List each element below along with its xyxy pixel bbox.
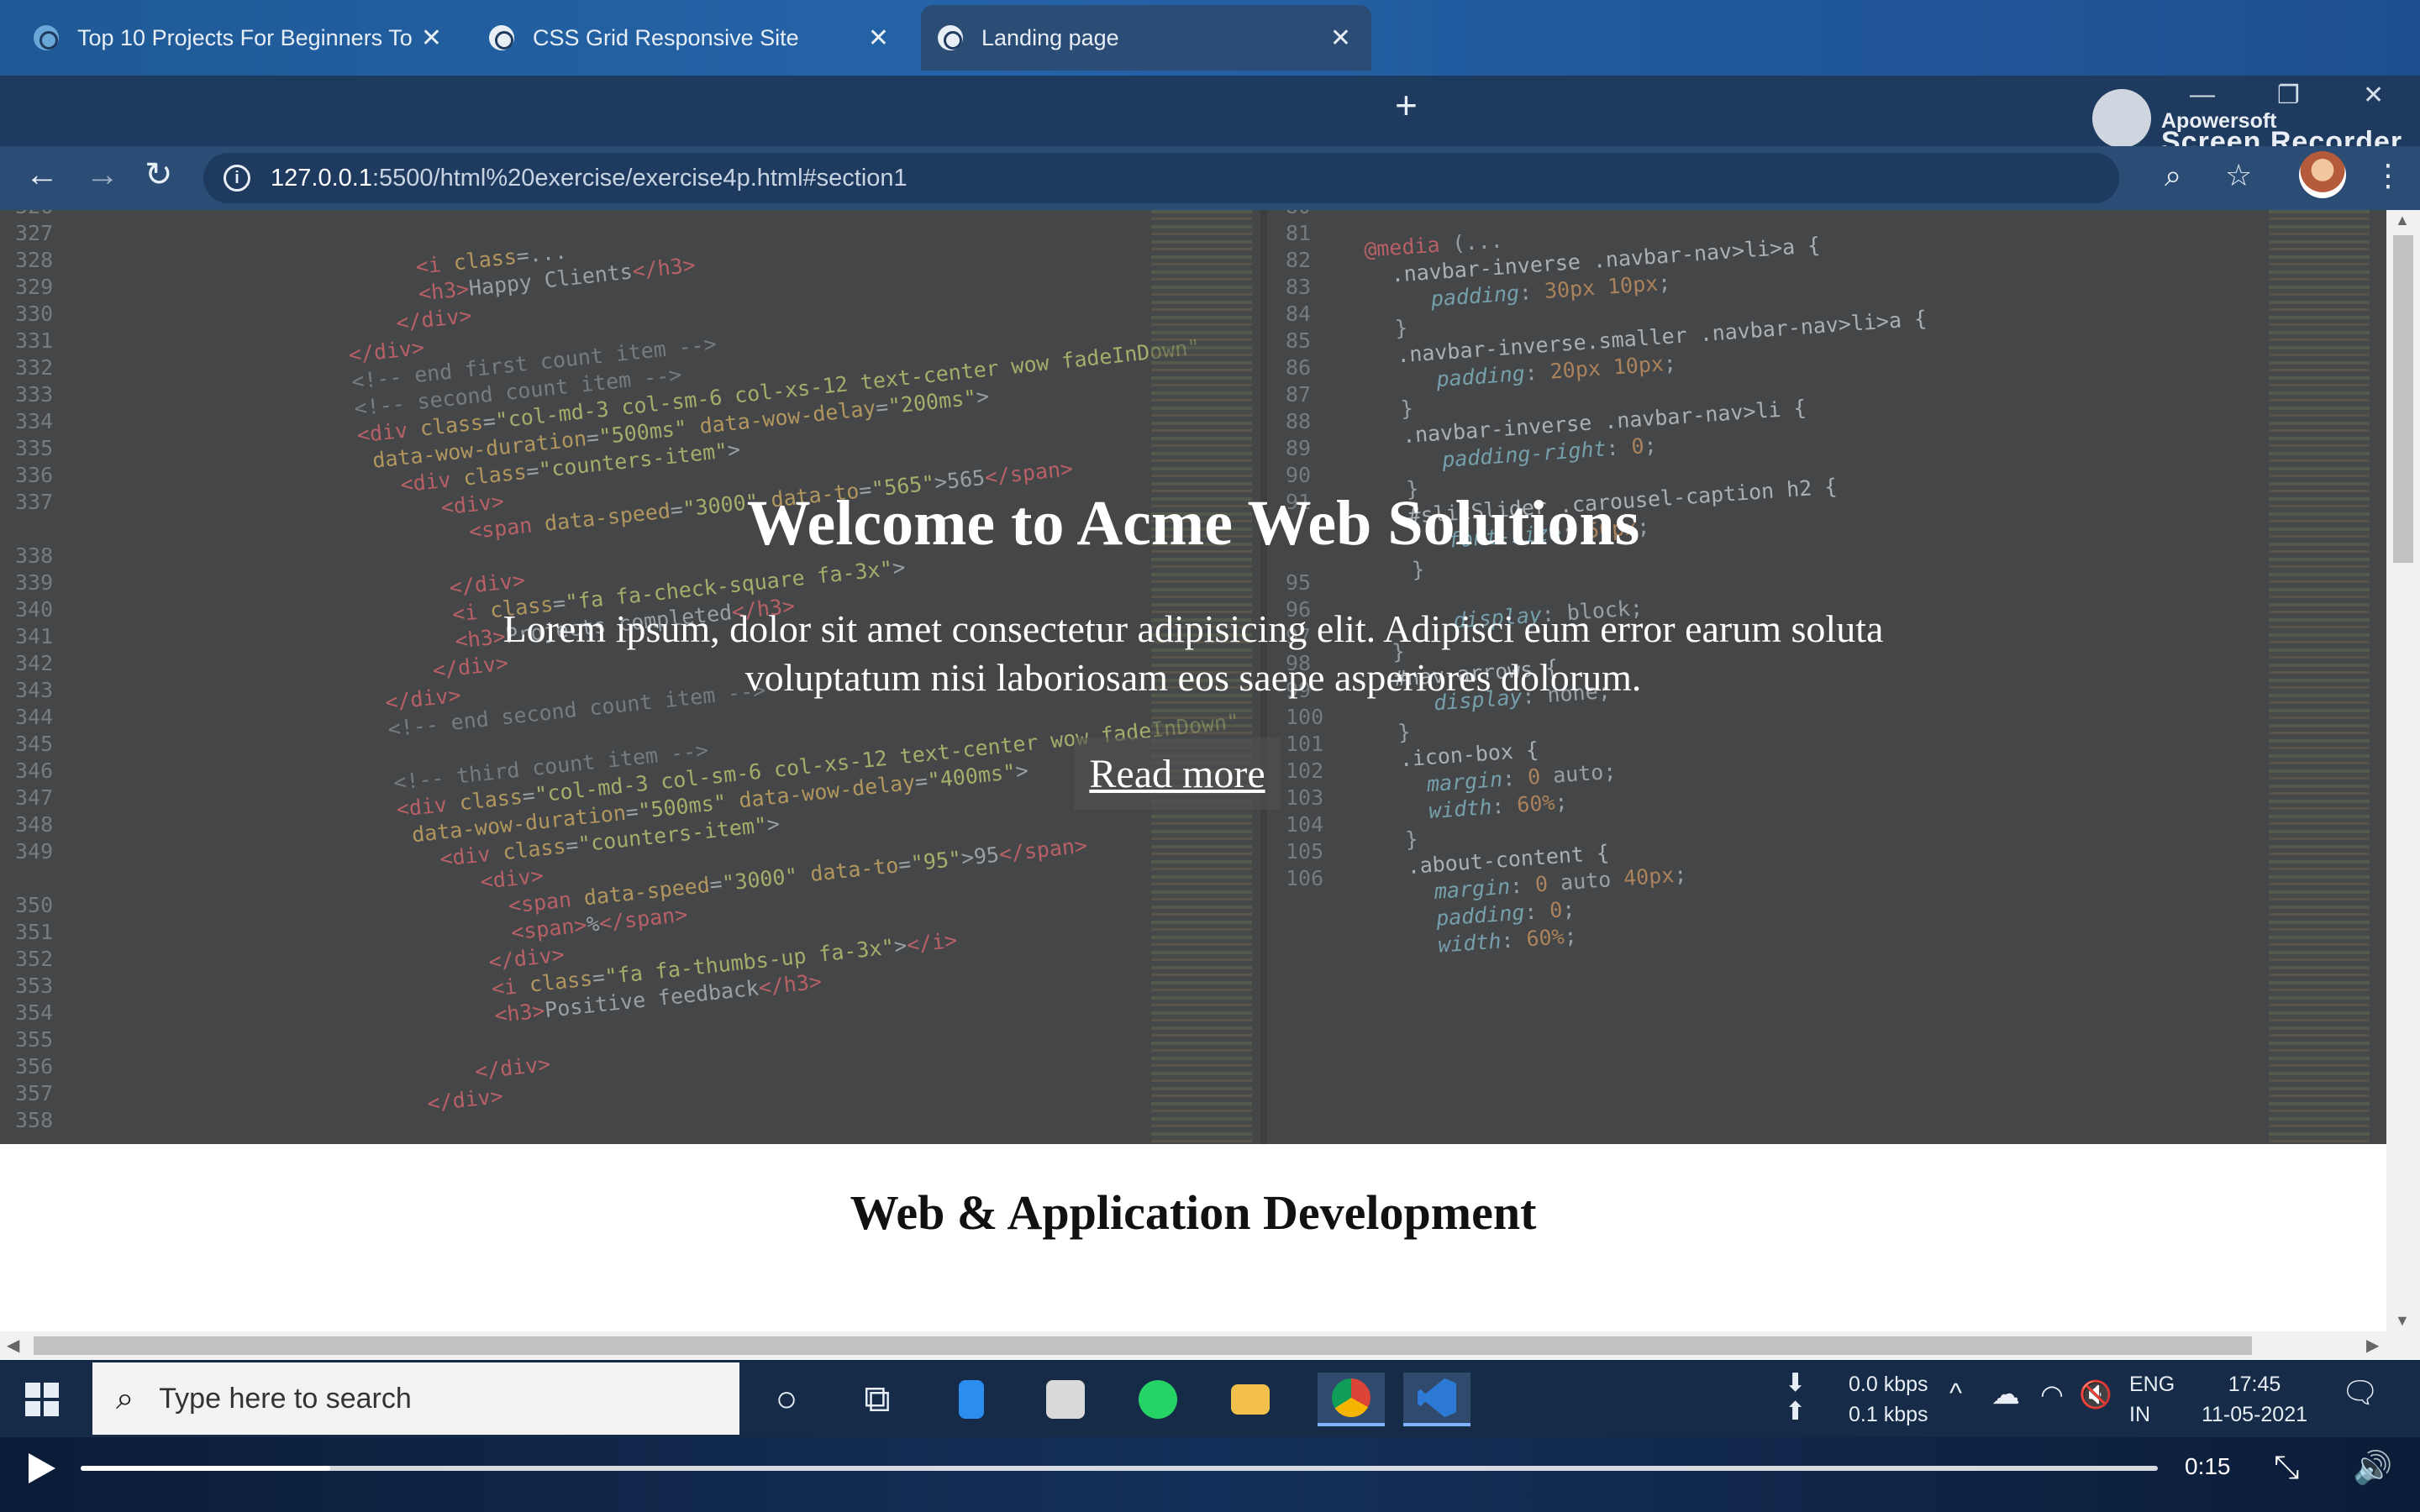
- download-speed: 0.0 kbps: [1849, 1373, 1928, 1396]
- vscode-icon[interactable]: [1403, 1373, 1470, 1426]
- menu-kebab-icon[interactable]: ⋮: [2373, 158, 2403, 193]
- phone-app-icon[interactable]: [944, 1373, 998, 1426]
- wifi-icon[interactable]: ◠: [2040, 1379, 2064, 1410]
- windows-start-icon[interactable]: [25, 1383, 59, 1416]
- horizontal-scroll-thumb[interactable]: [34, 1336, 2252, 1355]
- notification-center-icon[interactable]: 🗨: [2341, 1378, 2380, 1408]
- clock-date: 11-05-2021: [2201, 1403, 2308, 1426]
- network-speed: 0.0 kbps 0.1 kbps: [1849, 1369, 1928, 1430]
- task-view-icon[interactable]: ⧉: [850, 1373, 904, 1426]
- scroll-up-arrow-icon[interactable]: ▲: [2395, 212, 2410, 229]
- browser-tab-bar: [0, 76, 2420, 146]
- site-info-icon[interactable]: i: [224, 165, 250, 192]
- horizontal-scrollbar[interactable]: ◀ ▶: [0, 1331, 2420, 1360]
- chrome-icon[interactable]: [1318, 1373, 1385, 1426]
- network-activity-icon: ⬇ ⬆: [1785, 1369, 1807, 1425]
- url-host: 127.0.0.1: [271, 164, 372, 192]
- hero-text: Lorem ipsum, dolor sit amet consectetur …: [502, 607, 1884, 699]
- back-icon[interactable]: ←: [25, 156, 59, 193]
- url-path: :5500/html%20exercise/exercise4p.html#se…: [371, 164, 908, 192]
- address-bar[interactable]: i 127.0.0.1:5500/html%20exercise/exercis…: [203, 153, 2119, 203]
- hero-section: 326327328329330331332333334335336337 338…: [0, 210, 2386, 1144]
- window-close-icon[interactable]: ✕: [2363, 81, 2384, 110]
- scroll-left-arrow-icon[interactable]: ◀: [7, 1335, 19, 1356]
- profile-avatar[interactable]: [2299, 151, 2346, 198]
- hero-title: Welcome to Acme Web Solutions: [746, 488, 1640, 559]
- tab-title: Top 10 Projects For Beginners To: [77, 24, 413, 50]
- close-icon[interactable]: ✕: [421, 24, 442, 53]
- video-timecode: 0:15: [2185, 1453, 2231, 1479]
- scroll-right-arrow-icon[interactable]: ▶: [2366, 1335, 2379, 1356]
- bookmark-star-icon[interactable]: ☆: [2225, 158, 2252, 193]
- restore-icon[interactable]: ❐: [2277, 81, 2300, 110]
- minimize-icon[interactable]: —: [2190, 81, 2215, 109]
- taskbar-search-input[interactable]: ⌕ Type here to search: [92, 1362, 739, 1435]
- onedrive-cloud-icon[interactable]: ☁: [1991, 1379, 2020, 1410]
- search-placeholder: Type here to search: [159, 1382, 412, 1415]
- upload-speed: 0.1 kbps: [1849, 1403, 1928, 1426]
- play-icon[interactable]: [29, 1453, 55, 1483]
- new-tab-button[interactable]: +: [1395, 84, 1418, 126]
- recorder-logo-icon: [2092, 89, 2151, 148]
- page-viewport: 326327328329330331332333334335336337 338…: [0, 210, 2386, 1331]
- tab-css-grid[interactable]: CSS Grid Responsive Site ✕: [472, 5, 909, 71]
- page-favicon-icon: [34, 25, 59, 50]
- video-progress-fill: [81, 1466, 330, 1471]
- language-code: ENG: [2129, 1373, 2175, 1396]
- section-title: Web & Application Development: [850, 1185, 1537, 1240]
- region-code: IN: [2129, 1403, 2150, 1426]
- clock[interactable]: 17:45 11-05-2021: [2200, 1369, 2309, 1430]
- file-explorer-icon[interactable]: [1223, 1373, 1277, 1426]
- tab-landing-page[interactable]: Landing page ✕: [921, 5, 1371, 71]
- vertical-scroll-thumb[interactable]: [2393, 235, 2413, 563]
- exit-fullscreen-icon[interactable]: ⤡: [2274, 1450, 2299, 1486]
- clock-time: 17:45: [2228, 1373, 2281, 1396]
- whatsapp-icon[interactable]: [1131, 1373, 1185, 1426]
- tab-title: Landing page: [981, 24, 1119, 50]
- close-icon[interactable]: ✕: [1330, 24, 1351, 53]
- scroll-down-arrow-icon[interactable]: ▼: [2395, 1312, 2410, 1330]
- video-player-controls: [0, 1437, 2420, 1512]
- globe-icon: [489, 25, 514, 50]
- vertical-scrollbar[interactable]: ▲ ▼: [2386, 210, 2420, 1331]
- volume-icon[interactable]: 🔊: [2353, 1450, 2392, 1487]
- forward-icon[interactable]: →: [86, 156, 119, 193]
- volume-muted-icon[interactable]: 🔇: [2079, 1379, 2112, 1410]
- store-icon[interactable]: [1039, 1373, 1092, 1426]
- close-icon[interactable]: ✕: [868, 24, 889, 53]
- video-progress-bar[interactable]: [81, 1466, 2158, 1471]
- globe-icon: [938, 25, 963, 50]
- chevron-up-icon[interactable]: ^: [1949, 1378, 1962, 1408]
- cortana-icon[interactable]: ○: [760, 1373, 813, 1426]
- search-icon: ⌕: [116, 1380, 134, 1416]
- tab-top-10-projects[interactable]: Top 10 Projects For Beginners To ✕: [17, 5, 462, 71]
- read-more-link[interactable]: Read more: [1074, 738, 1281, 810]
- tab-title: CSS Grid Responsive Site: [533, 24, 799, 50]
- zoom-icon[interactable]: ⌕: [2165, 158, 2181, 194]
- language-indicator[interactable]: ENG IN: [2129, 1369, 2175, 1430]
- reload-icon[interactable]: ↻: [145, 156, 173, 193]
